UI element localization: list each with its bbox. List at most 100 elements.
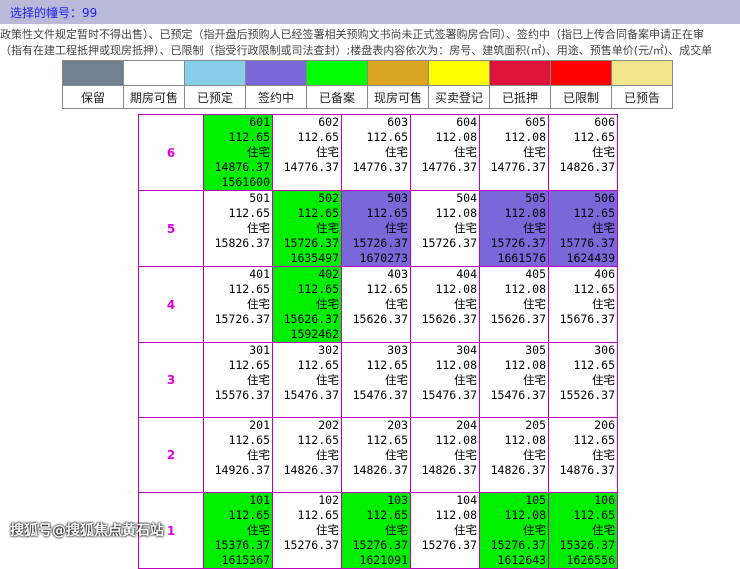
unit-cell[interactable]: 503 112.65 住宅 15726.37 1670273 <box>341 190 411 267</box>
unit-cell[interactable]: 304 112.08 住宅 15476.37 <box>410 342 480 418</box>
unit-cell[interactable]: 506 112.65 住宅 15776.37 1624439 <box>548 190 618 267</box>
unit-cell[interactable]: 103 112.65 住宅 15276.37 1621091 <box>341 492 411 569</box>
floor-number: 2 <box>138 417 204 493</box>
unit-area: 112.65 <box>228 130 270 144</box>
unit-area: 112.65 <box>228 282 270 296</box>
unit-cell[interactable]: 302 112.65 住宅 15476.37 <box>272 342 342 418</box>
unit-room: 101 <box>249 493 270 507</box>
unit-use: 住宅 <box>592 523 615 537</box>
unit-cell[interactable]: 406 112.65 住宅 15676.37 <box>548 266 618 343</box>
unit-price: 15826.37 <box>214 236 270 250</box>
unit-room: 102 <box>318 493 339 507</box>
legend-label: 已备案 <box>306 85 368 109</box>
unit-cell[interactable]: 602 112.65 住宅 14776.37 <box>272 114 342 191</box>
unit-room: 103 <box>387 493 408 507</box>
unit-price: 15326.37 <box>559 538 615 552</box>
unit-room: 604 <box>456 115 477 129</box>
unit-cell[interactable]: 104 112.08 住宅 15276.37 <box>410 492 480 569</box>
unit-cell[interactable]: 106 112.65 住宅 15326.37 1626556 <box>548 492 618 569</box>
unit-deal: 1615367 <box>221 553 270 567</box>
legend-swatch <box>184 60 246 86</box>
unit-cell[interactable]: 402 112.65 住宅 15626.37 1592462 <box>272 266 342 343</box>
unit-cell[interactable]: 205 112.08 住宅 14826.37 <box>479 417 549 493</box>
unit-room: 203 <box>387 418 408 432</box>
unit-use: 住宅 <box>385 297 408 311</box>
unit-area: 112.65 <box>366 508 408 522</box>
unit-cell[interactable]: 605 112.08 住宅 14776.37 <box>479 114 549 191</box>
unit-use: 住宅 <box>247 523 270 537</box>
unit-cell[interactable]: 505 112.08 住宅 15726.37 1661576 <box>479 190 549 267</box>
unit-cell[interactable]: 102 112.65 住宅 15276.37 <box>272 492 342 569</box>
unit-cell[interactable]: 501 112.65 住宅 15826.37 <box>203 190 273 267</box>
unit-price: 14826.37 <box>352 463 408 477</box>
unit-room: 606 <box>594 115 615 129</box>
unit-room: 106 <box>594 493 615 507</box>
unit-cell[interactable]: 305 112.08 住宅 15476.37 <box>479 342 549 418</box>
unit-cell[interactable]: 201 112.65 住宅 14926.37 <box>203 417 273 493</box>
unit-room: 104 <box>456 493 477 507</box>
legend-label: 保留 <box>62 85 124 109</box>
unit-price: 15726.37 <box>490 236 546 250</box>
unit-deal: 1592462 <box>290 327 339 341</box>
unit-price: 15476.37 <box>421 388 477 402</box>
unit-area: 112.65 <box>573 358 615 372</box>
unit-use: 住宅 <box>316 297 339 311</box>
unit-use: 住宅 <box>454 373 477 387</box>
unit-cell[interactable]: 603 112.65 住宅 14776.37 <box>341 114 411 191</box>
unit-price: 15526.37 <box>559 388 615 402</box>
unit-room: 405 <box>525 267 546 281</box>
unit-area: 112.65 <box>573 508 615 522</box>
unit-room: 406 <box>594 267 615 281</box>
unit-cell[interactable]: 204 112.08 住宅 14826.37 <box>410 417 480 493</box>
unit-cell[interactable]: 301 112.65 住宅 15576.37 <box>203 342 273 418</box>
unit-price: 15676.37 <box>559 312 615 326</box>
unit-use: 住宅 <box>592 145 615 159</box>
selected-building-label: 选择的幢号：99 <box>10 6 98 20</box>
unit-price: 14876.37 <box>214 160 270 174</box>
legend-label: 买卖登记 <box>428 85 490 109</box>
legend-swatch <box>62 60 124 86</box>
unit-room: 402 <box>318 267 339 281</box>
unit-room: 305 <box>525 343 546 357</box>
unit-cell[interactable]: 504 112.08 住宅 15726.37 <box>410 190 480 267</box>
unit-cell[interactable]: 303 112.65 住宅 15476.37 <box>341 342 411 418</box>
unit-area: 112.65 <box>366 130 408 144</box>
legend-label: 签约中 <box>245 85 307 109</box>
unit-cell[interactable]: 606 112.65 住宅 14826.37 <box>548 114 618 191</box>
unit-cell[interactable]: 401 112.65 住宅 15726.37 <box>203 266 273 343</box>
unit-area: 112.65 <box>366 206 408 220</box>
unit-area: 112.08 <box>504 206 546 220</box>
legend-label: 已预定 <box>184 85 246 109</box>
unit-room: 403 <box>387 267 408 281</box>
unit-cell[interactable]: 206 112.65 住宅 14876.37 <box>548 417 618 493</box>
unit-cell[interactable]: 601 112.65 住宅 14876.37 1561600 <box>203 114 273 191</box>
unit-cell[interactable]: 306 112.65 住宅 15526.37 <box>548 342 618 418</box>
unit-cell[interactable]: 105 112.08 住宅 15276.37 1612643 <box>479 492 549 569</box>
unit-room: 505 <box>525 191 546 205</box>
unit-cell[interactable]: 502 112.65 住宅 15726.37 1635497 <box>272 190 342 267</box>
unit-cell[interactable]: 405 112.08 住宅 15626.37 <box>479 266 549 343</box>
unit-price: 15626.37 <box>490 312 546 326</box>
unit-price: 15726.37 <box>283 236 339 250</box>
unit-area: 112.65 <box>228 358 270 372</box>
unit-cell[interactable]: 403 112.65 住宅 15626.37 <box>341 266 411 343</box>
unit-area: 112.65 <box>297 433 339 447</box>
unit-area: 112.08 <box>435 433 477 447</box>
status-description-line-2: （指有在建工程抵押或现房抵押）、已限制（指受行政限制或司法查封）;楼盘表内容依次… <box>0 44 713 57</box>
unit-cell[interactable]: 604 112.08 住宅 14776.37 <box>410 114 480 191</box>
legend-swatch <box>428 60 490 86</box>
unit-deal: 1661576 <box>497 251 546 265</box>
unit-cell[interactable]: 202 112.65 住宅 14826.37 <box>272 417 342 493</box>
legend-label: 期房可售 <box>123 85 185 109</box>
unit-use: 住宅 <box>247 221 270 235</box>
floor-number: 6 <box>138 114 204 191</box>
unit-area: 112.65 <box>228 433 270 447</box>
unit-cell[interactable]: 101 112.65 住宅 15376.37 1615367 <box>203 492 273 569</box>
unit-price: 15276.37 <box>421 538 477 552</box>
unit-area: 112.08 <box>435 508 477 522</box>
unit-area: 112.08 <box>435 206 477 220</box>
unit-cell[interactable]: 203 112.65 住宅 14826.37 <box>341 417 411 493</box>
unit-deal: 1670273 <box>359 251 408 265</box>
floor-row: 1 101 112.65 住宅 15376.37 1615367 102 112.65 住宅 15… <box>138 492 618 569</box>
unit-cell[interactable]: 404 112.08 住宅 15626.37 <box>410 266 480 343</box>
